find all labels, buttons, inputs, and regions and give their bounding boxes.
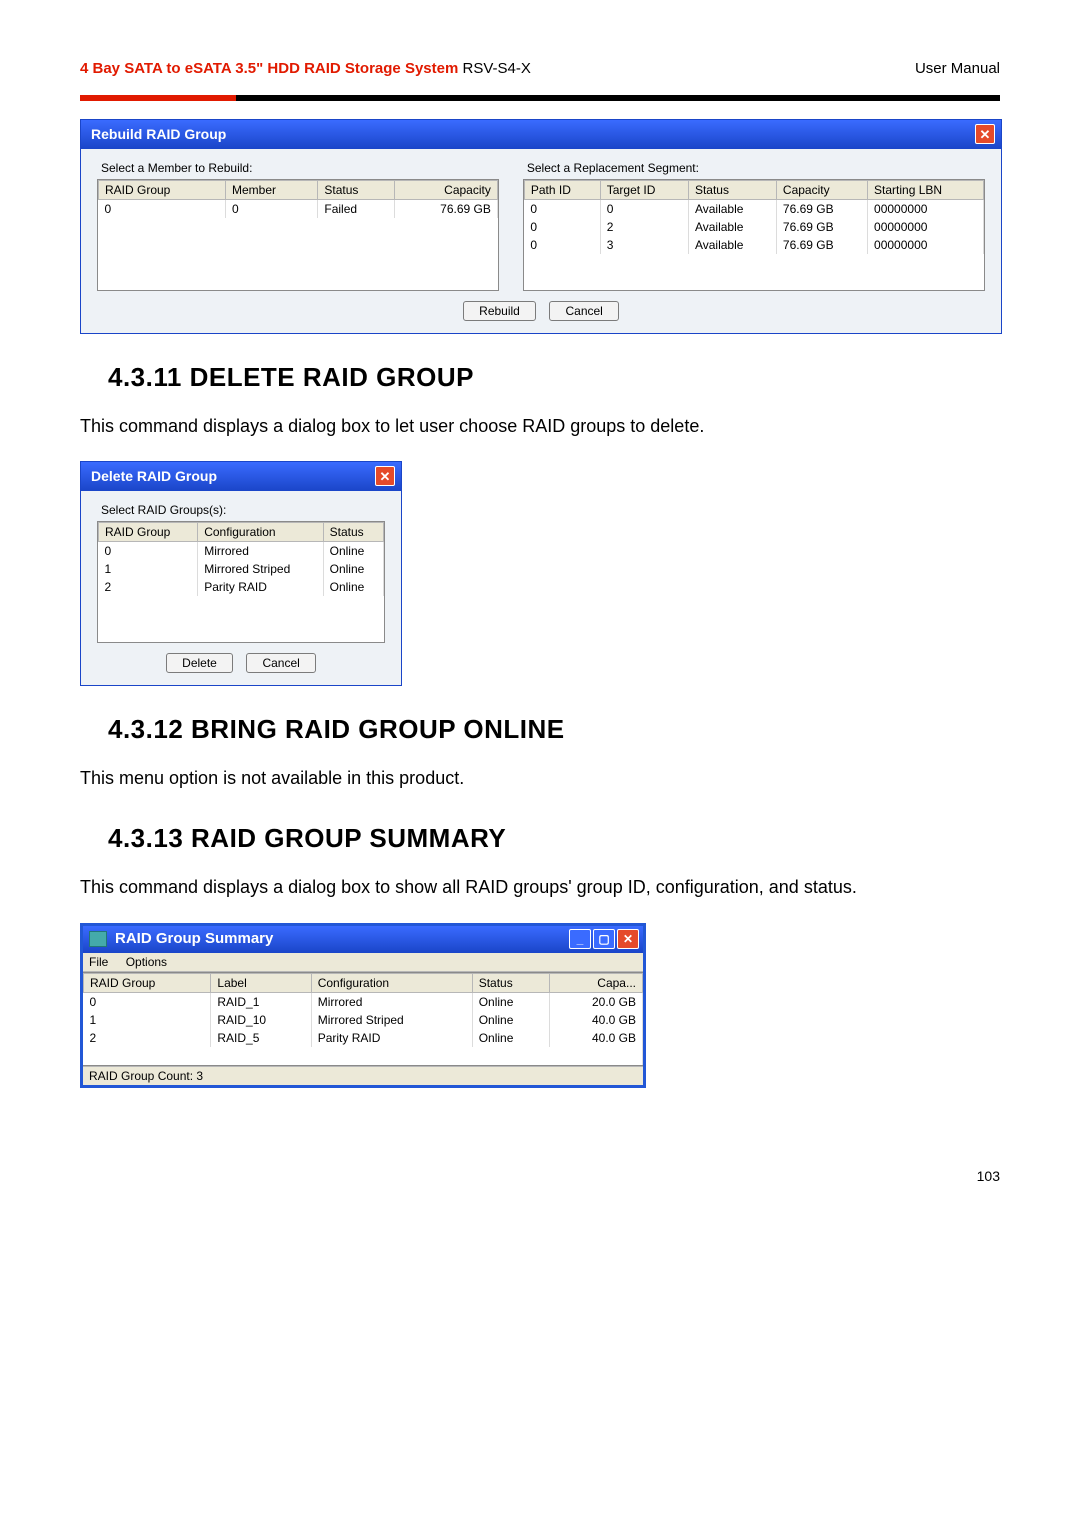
col-header[interactable]: Configuration [198,523,323,542]
cancel-button[interactable]: Cancel [549,301,618,321]
section-text: This menu option is not available in thi… [80,761,1000,795]
page-number: 103 [80,1168,1000,1184]
table-row[interactable]: 02Available76.69 GB00000000 [524,218,983,236]
section-heading: 4.3.13 RAID GROUP SUMMARY [108,823,1000,854]
table-row[interactable]: 2RAID_5Parity RAIDOnline40.0 GB [84,1029,643,1047]
table-row[interactable]: 1Mirrored StripedOnline [99,560,384,578]
col-header[interactable]: Status [688,181,776,200]
col-header[interactable]: Configuration [311,973,472,992]
col-header[interactable]: Capa... [550,973,643,992]
delete-label: Select RAID Groups(s): [101,503,385,517]
close-icon[interactable]: ✕ [975,124,995,144]
app-icon [89,931,107,947]
rebuild-window: Rebuild RAID Group ✕ Select a Member to … [80,119,1002,334]
col-header[interactable]: RAID Group [99,523,198,542]
table-row[interactable]: 0RAID_1MirroredOnline20.0 GB [84,992,643,1011]
menu-file[interactable]: File [89,955,108,969]
close-icon[interactable]: ✕ [617,929,639,949]
header-rule [80,95,1000,101]
rebuild-titlebar: Rebuild RAID Group ✕ [81,120,1001,149]
doc-title-tail: RSV-S4-X [458,60,531,77]
rebuild-left-list[interactable]: RAID Group Member Status Capacity 0 0 Fa… [97,179,499,291]
doc-title-bold: 4 Bay SATA to eSATA 3.5" HDD RAID Storag… [80,60,458,77]
col-header[interactable]: Path ID [524,181,600,200]
section-heading: 4.3.11 DELETE RAID GROUP [108,362,1000,393]
col-header[interactable]: Starting LBN [868,181,984,200]
col-header[interactable]: Member [225,181,317,200]
summary-list[interactable]: RAID Group Label Configuration Status Ca… [83,972,643,1066]
col-header[interactable]: Target ID [600,181,688,200]
menu-options[interactable]: Options [126,955,167,969]
rebuild-left-label: Select a Member to Rebuild: [101,161,499,175]
table-row[interactable]: 00Available76.69 GB00000000 [524,200,983,219]
close-icon[interactable]: ✕ [375,466,395,486]
summary-statusbar: RAID Group Count: 3 [83,1066,643,1085]
doc-header-right: User Manual [915,60,1000,77]
rebuild-right-list[interactable]: Path ID Target ID Status Capacity Starti… [523,179,985,291]
cancel-button[interactable]: Cancel [246,653,315,673]
delete-list[interactable]: RAID Group Configuration Status 0Mirrore… [97,521,385,643]
delete-titlebar: Delete RAID Group ✕ [81,462,401,491]
doc-header-left: 4 Bay SATA to eSATA 3.5" HDD RAID Storag… [80,60,531,77]
menubar: File Options [83,953,643,972]
minimize-icon[interactable]: _ [569,929,591,949]
col-header[interactable]: RAID Group [99,181,226,200]
table-row[interactable]: 2Parity RAIDOnline [99,578,384,596]
col-header[interactable]: Status [323,523,383,542]
col-header[interactable]: Status [472,973,550,992]
col-header[interactable]: Label [211,973,311,992]
summary-title: RAID Group Summary [115,930,273,947]
rebuild-right-label: Select a Replacement Segment: [527,161,985,175]
rebuild-button[interactable]: Rebuild [463,301,536,321]
col-header[interactable]: Capacity [776,181,867,200]
table-row[interactable]: 0 0 Failed 76.69 GB [99,200,498,219]
delete-window: Delete RAID Group ✕ Select RAID Groups(s… [80,461,402,686]
col-header[interactable]: Status [318,181,394,200]
col-header[interactable]: Capacity [394,181,497,200]
section-heading: 4.3.12 BRING RAID GROUP ONLINE [108,714,1000,745]
table-row[interactable]: 1RAID_10Mirrored StripedOnline40.0 GB [84,1011,643,1029]
summary-window: RAID Group Summary _ ▢ ✕ File Options RA… [80,923,646,1088]
maximize-icon[interactable]: ▢ [593,929,615,949]
rebuild-title: Rebuild RAID Group [91,126,226,142]
delete-title: Delete RAID Group [91,468,217,484]
summary-titlebar: RAID Group Summary _ ▢ ✕ [83,926,643,953]
table-row[interactable]: 0MirroredOnline [99,542,384,561]
section-text: This command displays a dialog box to sh… [80,870,1000,904]
delete-button[interactable]: Delete [166,653,233,673]
col-header[interactable]: RAID Group [84,973,211,992]
section-text: This command displays a dialog box to le… [80,409,1000,443]
doc-header: 4 Bay SATA to eSATA 3.5" HDD RAID Storag… [80,60,1000,77]
table-row[interactable]: 03Available76.69 GB00000000 [524,236,983,254]
